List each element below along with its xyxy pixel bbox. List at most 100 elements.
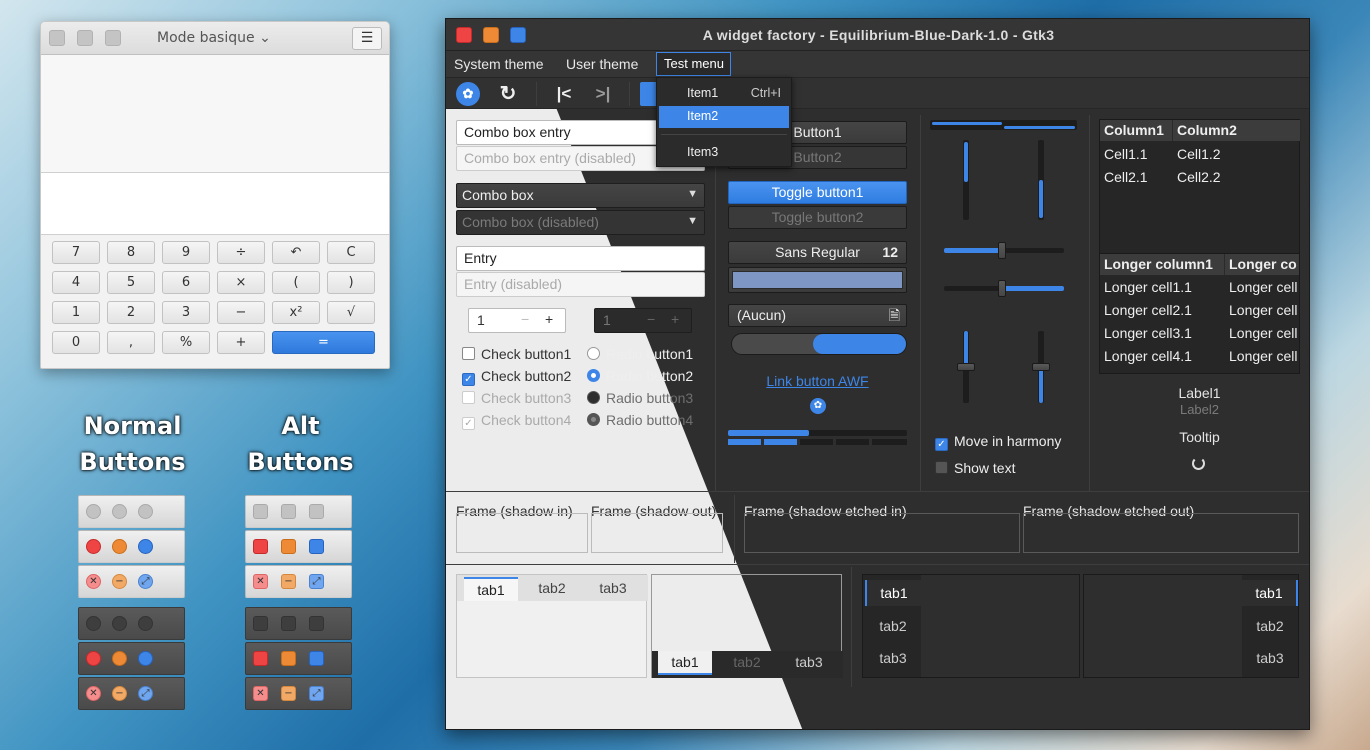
hamburger-menu-icon[interactable]: ☰ (352, 27, 382, 50)
close-button[interactable] (253, 504, 268, 519)
key-7[interactable]: 7 (52, 241, 100, 264)
tab-2[interactable]: tab2 (720, 654, 774, 670)
radio-button2[interactable]: Radio button2 (587, 368, 693, 384)
input-display[interactable] (41, 173, 389, 235)
maximize-button[interactable] (138, 504, 153, 519)
key-comma[interactable]: , (107, 331, 155, 354)
menu-item3[interactable]: Item3 (659, 142, 789, 164)
minimize-icon[interactable]: − (281, 686, 296, 701)
key-2[interactable]: 2 (107, 301, 155, 324)
gnome-foot-icon[interactable]: ✿ (810, 398, 826, 414)
close-button[interactable] (253, 539, 268, 554)
tree-cell[interactable]: Cell2.1 (1104, 169, 1148, 185)
close-icon[interactable]: ✕ (253, 686, 268, 701)
show-text-check[interactable]: Show text (935, 460, 1015, 476)
tree-cell[interactable]: Longer cell (1229, 348, 1298, 364)
key-close-paren[interactable]: ) (327, 271, 375, 294)
tab-1[interactable]: tab1 (865, 580, 921, 606)
scale-handle[interactable] (1032, 363, 1050, 371)
column-header[interactable]: Column1 (1100, 120, 1173, 141)
close-icon[interactable]: ✕ (253, 574, 268, 589)
key-square[interactable]: x² (272, 301, 320, 324)
tab-2[interactable]: tab2 (1242, 618, 1298, 634)
scale-handle[interactable] (998, 280, 1006, 297)
tab-2[interactable]: tab2 (865, 618, 921, 634)
tree-cell[interactable]: Longer cell (1229, 279, 1298, 295)
menu-item2[interactable]: Item2 (659, 106, 789, 128)
minimize-button[interactable] (281, 616, 296, 631)
close-button[interactable] (49, 30, 65, 46)
close-button[interactable] (86, 539, 101, 554)
tree-cell[interactable]: Cell1.1 (1104, 146, 1148, 162)
scale-handle[interactable] (998, 242, 1006, 259)
radio-button1[interactable]: Radio button1 (587, 346, 693, 362)
menu-system-theme[interactable]: System theme (454, 56, 543, 72)
minimize-button[interactable] (281, 504, 296, 519)
minus-icon[interactable]: − (521, 311, 529, 327)
tree-cell[interactable]: Longer cell4.1 (1104, 348, 1192, 364)
tree-cell[interactable]: Longer cell2.1 (1104, 302, 1192, 318)
close-button[interactable] (253, 651, 268, 666)
undo-icon[interactable]: ↶ (272, 241, 320, 264)
refresh-icon[interactable]: ↻ (496, 82, 520, 106)
menu-item1[interactable]: Item1 Ctrl+I (659, 83, 789, 105)
close-button[interactable] (86, 616, 101, 631)
minimize-icon[interactable]: − (112, 574, 127, 589)
menu-test[interactable]: Test menu (656, 52, 731, 76)
close-button[interactable] (86, 504, 101, 519)
maximize-button[interactable] (138, 616, 153, 631)
key-0[interactable]: 0 (52, 331, 100, 354)
key-sqrt[interactable]: √ (327, 301, 375, 324)
spin-button[interactable]: 1 − + (468, 308, 566, 333)
maximize-icon[interactable]: ⤢ (138, 686, 153, 701)
goto-first-icon[interactable]: |< (552, 82, 576, 106)
file-chooser-button[interactable]: (Aucun) 🗎 (728, 304, 907, 327)
maximize-button[interactable] (138, 651, 153, 666)
maximize-button[interactable] (309, 539, 324, 554)
close-icon[interactable]: ✕ (86, 574, 101, 589)
key-percent[interactable]: % (162, 331, 210, 354)
key-6[interactable]: 6 (162, 271, 210, 294)
key-4[interactable]: 4 (52, 271, 100, 294)
tree-cell[interactable]: Cell2.2 (1177, 169, 1221, 185)
minimize-button[interactable] (112, 504, 127, 519)
tab-1[interactable]: tab1 (658, 651, 712, 675)
tab-1[interactable]: tab1 (464, 577, 518, 601)
minimize-button[interactable] (281, 651, 296, 666)
minimize-icon[interactable]: − (281, 574, 296, 589)
vertical-scale-3[interactable] (957, 331, 975, 403)
scale-handle[interactable] (957, 363, 975, 371)
combo-box[interactable]: Combo box ▼ (456, 183, 705, 208)
key-divide[interactable]: ÷ (217, 241, 265, 264)
key-multiply[interactable]: × (217, 271, 265, 294)
tree-view-1[interactable]: Column1 Column2 Cell1.1 Cell1.2 Cell2.1 … (1099, 119, 1301, 259)
tab-1[interactable]: tab1 (1242, 580, 1298, 606)
move-in-harmony-check[interactable]: ✓ Move in harmony (935, 433, 1061, 451)
horizontal-scale-3[interactable] (944, 280, 1064, 297)
tab-2[interactable]: tab2 (525, 580, 579, 596)
maximize-button[interactable] (138, 539, 153, 554)
maximize-button[interactable] (309, 651, 324, 666)
menu-user-theme[interactable]: User theme (566, 56, 638, 72)
check-button1[interactable]: Check button1 (462, 346, 571, 362)
switch[interactable] (731, 333, 907, 355)
key-clear[interactable]: C (327, 241, 375, 264)
tree-cell[interactable]: Longer cell1.1 (1104, 279, 1192, 295)
minimize-button[interactable] (112, 539, 127, 554)
mode-selector[interactable]: Mode basique ⌄ (157, 30, 271, 46)
check-button2[interactable]: ✓ Check button2 (462, 368, 571, 386)
minimize-button[interactable] (281, 539, 296, 554)
goto-last-icon[interactable]: >| (591, 82, 615, 106)
vertical-scale-4[interactable] (1032, 331, 1050, 403)
vertical-scale-1[interactable] (963, 140, 969, 220)
key-open-paren[interactable]: ( (272, 271, 320, 294)
key-equals[interactable]: = (272, 331, 375, 354)
key-8[interactable]: 8 (107, 241, 155, 264)
column-header[interactable]: Longer column1 (1100, 254, 1225, 275)
tree-cell[interactable]: Longer cell (1229, 302, 1298, 318)
key-minus[interactable]: − (217, 301, 265, 324)
toggle-button1[interactable]: Toggle button1 (728, 181, 907, 204)
minimize-button[interactable] (112, 651, 127, 666)
tree-cell[interactable]: Longer cell (1229, 325, 1298, 341)
gnome-foot-icon[interactable]: ✿ (456, 82, 480, 106)
